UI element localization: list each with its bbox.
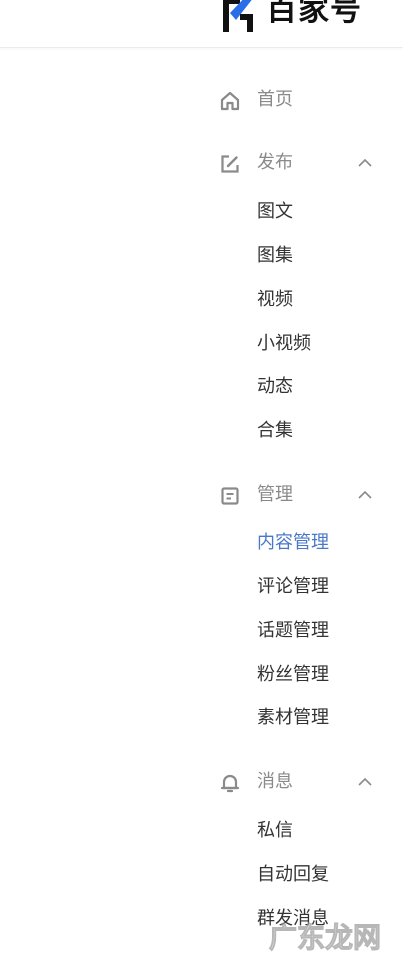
- nav-item-label: 小视频: [257, 333, 311, 354]
- nav-item-label: 合集: [257, 420, 293, 441]
- nav-group-publish-label: 发布: [257, 152, 293, 173]
- nav-item-publish-short-video[interactable]: 小视频: [0, 324, 403, 364]
- nav-item-manage-materials[interactable]: 素材管理: [0, 698, 403, 738]
- nav-item-label: 话题管理: [257, 620, 329, 641]
- logo-text: 百家号: [266, 0, 362, 28]
- bell-icon: [219, 772, 241, 794]
- watermark-text: 广东龙网: [269, 921, 381, 954]
- nav-item-manage-content[interactable]: 内容管理: [0, 523, 403, 563]
- chevron-up-icon[interactable]: [357, 490, 373, 500]
- nav-item-manage-topics[interactable]: 话题管理: [0, 611, 403, 651]
- nav-item-label: 视频: [257, 289, 293, 310]
- nav-item-publish-article[interactable]: 图文: [0, 192, 403, 232]
- nav-item-publish-gallery[interactable]: 图集: [0, 236, 403, 276]
- nav-group-publish[interactable]: 发布: [0, 143, 403, 183]
- page: 百家号 首页 发布 图文 图集 视频 小视频 动态 合集 管理 内容管理 评论管…: [0, 0, 403, 962]
- chevron-up-icon[interactable]: [357, 158, 373, 168]
- nav-item-messages-auto-reply[interactable]: 自动回复: [0, 855, 403, 895]
- document-icon: [219, 485, 241, 507]
- nav-item-label-active: 内容管理: [257, 532, 329, 553]
- edit-icon: [219, 153, 241, 175]
- nav-home-label: 首页: [257, 89, 293, 110]
- nav-item-manage-fans[interactable]: 粉丝管理: [0, 655, 403, 695]
- nav-item-messages-private[interactable]: 私信: [0, 811, 403, 851]
- home-icon: [219, 90, 241, 112]
- nav-item-label: 素材管理: [257, 707, 329, 728]
- nav-item-label: 动态: [257, 376, 293, 397]
- baijiahao-logo[interactable]: 百家号: [220, 0, 362, 32]
- chevron-up-icon[interactable]: [357, 777, 373, 787]
- nav-item-publish-dynamic[interactable]: 动态: [0, 367, 403, 407]
- logo-mark-icon: [223, 0, 253, 32]
- nav-item-label: 粉丝管理: [257, 664, 329, 685]
- nav-item-label: 图文: [257, 201, 293, 222]
- nav-item-manage-comments[interactable]: 评论管理: [0, 567, 403, 607]
- nav-item-publish-video[interactable]: 视频: [0, 280, 403, 320]
- nav-item-label: 私信: [257, 820, 293, 841]
- top-header: 百家号: [0, 0, 403, 48]
- nav-group-messages[interactable]: 消息: [0, 762, 403, 802]
- nav-item-label: 评论管理: [257, 576, 329, 597]
- nav-group-manage-label: 管理: [257, 484, 293, 505]
- nav-home[interactable]: 首页: [0, 80, 403, 120]
- nav-item-publish-collection[interactable]: 合集: [0, 411, 403, 451]
- nav-item-label: 自动回复: [257, 864, 329, 885]
- nav-group-messages-label: 消息: [257, 771, 293, 792]
- watermark: 广东龙网: [265, 915, 400, 957]
- nav-group-manage[interactable]: 管理: [0, 475, 403, 515]
- nav-item-label: 图集: [257, 245, 293, 266]
